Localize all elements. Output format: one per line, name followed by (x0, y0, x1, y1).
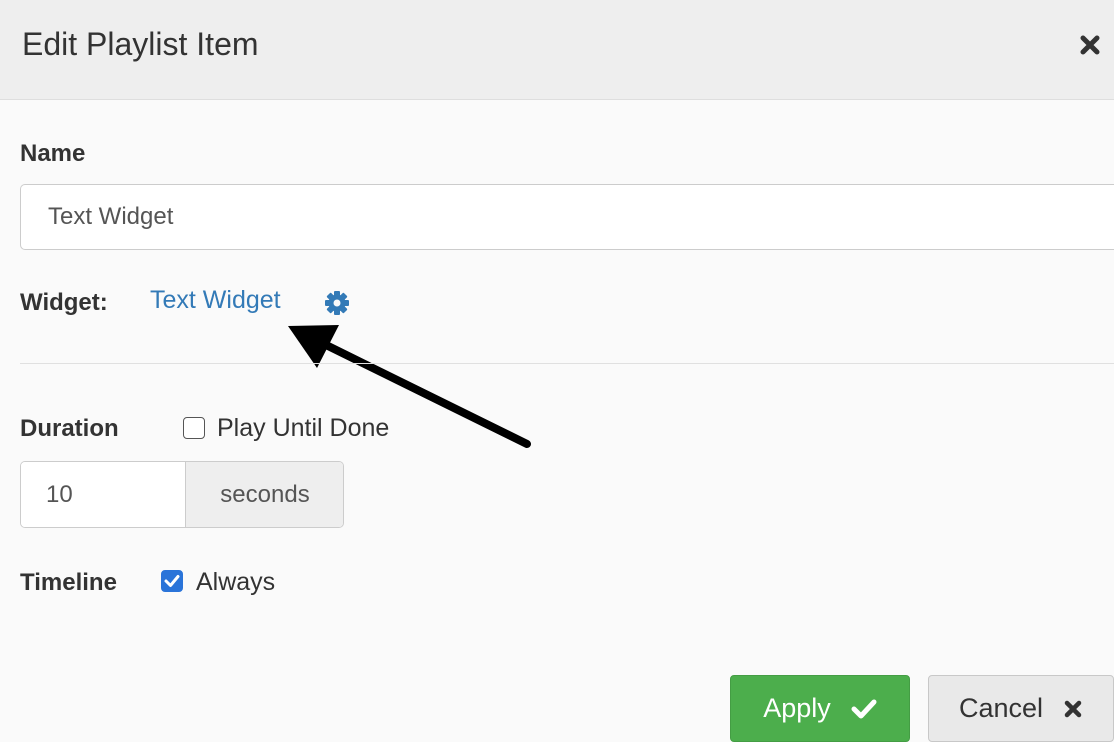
close-icon (1080, 35, 1100, 55)
name-input[interactable] (20, 184, 1114, 250)
always-label[interactable]: Always (196, 568, 275, 597)
duration-input[interactable] (21, 462, 185, 527)
widget-settings-button[interactable] (324, 290, 350, 316)
timeline-label: Timeline (20, 569, 117, 596)
name-label: Name (20, 140, 86, 167)
cancel-button-label: Cancel (958, 693, 1044, 723)
checkmark-icon (164, 575, 180, 587)
always-checkbox[interactable] (161, 570, 183, 592)
gear-icon (325, 291, 349, 315)
modal-header: Edit Playlist Item (0, 0, 1114, 100)
apply-button[interactable]: Apply (730, 675, 910, 742)
checkmark-icon (851, 699, 877, 718)
play-until-done-checkbox[interactable] (183, 417, 205, 439)
duration-label: Duration (20, 415, 119, 442)
widget-label: Widget: (20, 289, 108, 316)
close-icon (1064, 700, 1082, 717)
duration-input-group: seconds (20, 461, 344, 528)
play-until-done-label[interactable]: Play Until Done (217, 414, 389, 443)
apply-button-label: Apply (763, 693, 831, 723)
close-button[interactable] (1075, 30, 1105, 60)
section-divider (20, 363, 1114, 364)
duration-unit-addon: seconds (185, 462, 343, 527)
widget-link[interactable]: Text Widget (150, 286, 281, 315)
modal-title: Edit Playlist Item (22, 26, 259, 62)
cancel-button[interactable]: Cancel (928, 675, 1114, 742)
